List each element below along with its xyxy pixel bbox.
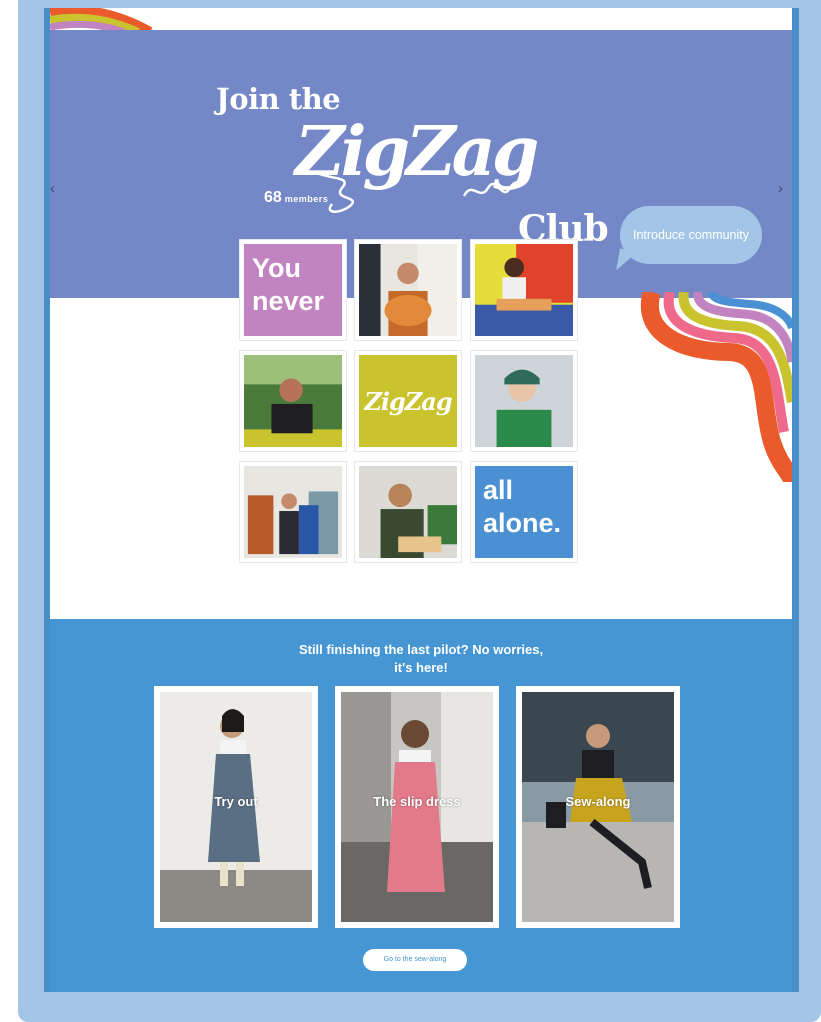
zigzag-logo-text: ZigZag [364, 386, 452, 416]
go-to-sew-along-button[interactable]: Go to the sew-along [363, 949, 467, 971]
carousel-prev-arrow[interactable]: ‹ [50, 180, 55, 197]
grid-tile-zigzag-logo: ZigZag [355, 351, 461, 451]
member-count-number: 68 [264, 189, 282, 206]
photo-woman-green-sweater [475, 355, 573, 447]
grid-tile-photo [471, 240, 577, 340]
grid-tile-photo [240, 462, 346, 562]
photo-person-with-sweaters [244, 466, 342, 558]
page: Join the ZigZag Club 68 members ‹ › Intro… [50, 8, 792, 992]
card-slip-dress[interactable]: The slip dress [335, 686, 499, 928]
grid-tile-text: You never [252, 253, 325, 316]
pilot-section-heading: Still finishing the last pilot? No worri… [298, 642, 544, 675]
grid-tile-photo [355, 462, 461, 562]
squiggle-left-decoration [313, 170, 354, 213]
photo-person-yellow-wall [475, 244, 573, 336]
grid-tile-you-never: You never [240, 240, 346, 340]
rainbow-decoration-right [641, 292, 792, 482]
grid-tile-text: all alone. [483, 475, 562, 538]
card-caption: Try out [214, 794, 258, 809]
card-caption: The slip dress [373, 794, 461, 809]
rainbow-decoration-top [50, 8, 153, 32]
photo-woman-in-garden [244, 355, 342, 447]
squiggle-right-decoration [462, 175, 530, 197]
card-caption: Sew-along [565, 794, 631, 809]
grid-tile-photo [355, 240, 461, 340]
hero-title-line1: Join the [216, 82, 341, 116]
card-try-out[interactable]: Try out [154, 686, 318, 928]
pilot-section: Still finishing the last pilot? No worri… [50, 619, 792, 992]
photo-woman-with-bag [359, 244, 457, 336]
grid-tile-photo [471, 351, 577, 451]
photo-man-sewing [359, 466, 457, 558]
grid-tile-all-alone: all alone. [471, 462, 577, 562]
introduce-community-button[interactable]: Introduce community [620, 206, 762, 264]
carousel-next-arrow[interactable]: › [778, 180, 783, 197]
card-sew-along[interactable]: Sew-along [516, 686, 680, 928]
grid-tile-photo [240, 351, 346, 451]
